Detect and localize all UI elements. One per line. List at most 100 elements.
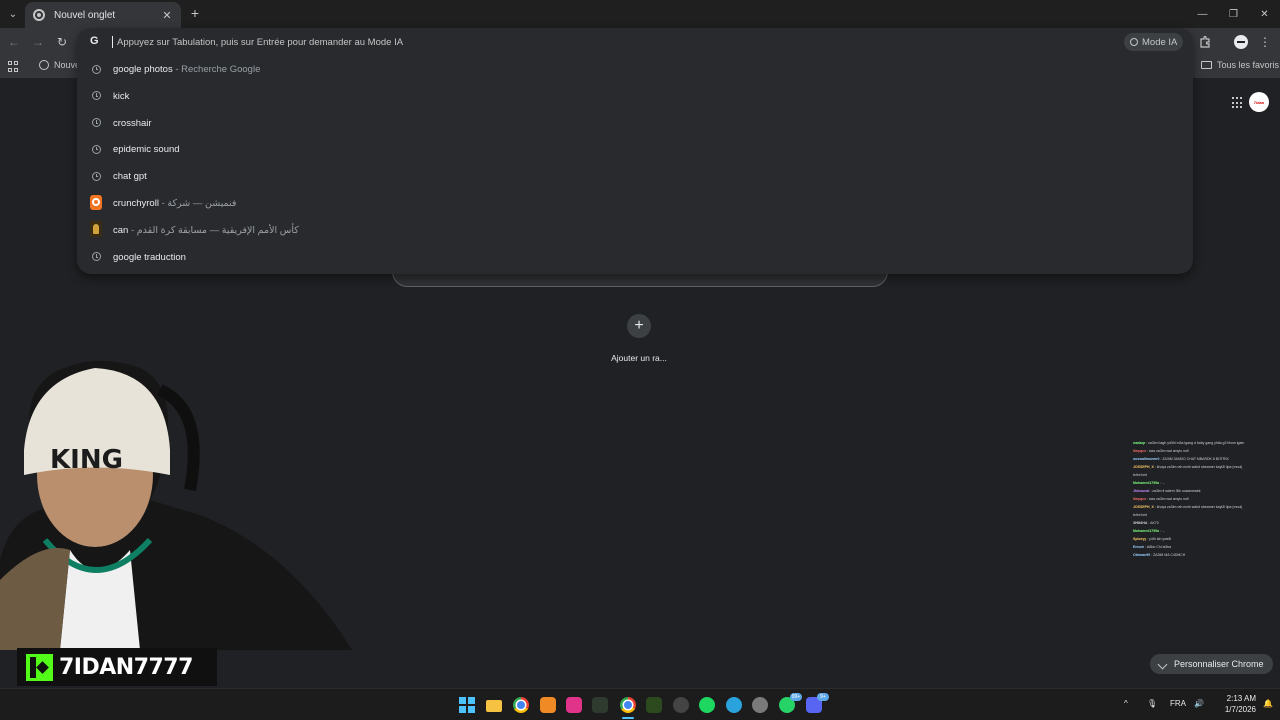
suggestion-item[interactable]: google traduction	[77, 244, 1193, 271]
chat-text: : za3im ti salem 3lik ouwaxmabk	[1149, 489, 1201, 493]
chat-username: ilmyqcx	[1133, 449, 1147, 453]
chat-text: tshnl knit	[1133, 513, 1147, 517]
customize-label: Personnaliser Chrome	[1174, 659, 1264, 669]
tab-title: Nouvel onglet	[54, 9, 116, 21]
minimize-button[interactable]: —	[1187, 0, 1218, 28]
history-icon	[90, 117, 102, 129]
chat-message: ouswallmoemr0 : ZA3IM 3ANDO CHAT MBARDK …	[1133, 455, 1280, 463]
chat-username: Ennoh	[1133, 545, 1144, 549]
omnibox-dropdown: G Mode IA google photos - Recherche Goog…	[77, 28, 1193, 274]
microphone-icon[interactable]: 🎙	[1147, 699, 1157, 708]
history-icon	[90, 170, 102, 182]
chat-message: Ennoh : la3bo Chi la3ba	[1133, 543, 1280, 551]
suggestion-item[interactable]: crunchyroll - فنميشن — شركة	[77, 190, 1193, 217]
suggestion-item[interactable]: can - كأس الأمم الإفريقية — مسابقة كرة ا…	[77, 217, 1193, 244]
profile-icon[interactable]	[1233, 34, 1249, 50]
add-shortcut-button[interactable]: +	[627, 314, 651, 338]
forward-button[interactable]: →	[30, 34, 46, 50]
tray-clock[interactable]: 2:13 AM 1/7/2026	[1216, 693, 1256, 715]
obs-icon[interactable]	[672, 696, 690, 714]
chat-username: ilmyqcx	[1133, 497, 1147, 501]
suggestion-text: kick	[113, 91, 129, 102]
chat-message: wadaqr : za3im bagh yd3hl m3a lgang d ba…	[1133, 439, 1280, 447]
windows-taskbar: 99+ 9+ ^ 🎙 FRA 🔊 2:13 AM 1/7/2026 🔔	[0, 688, 1280, 720]
chat-text: : ...	[1159, 481, 1165, 485]
chat-text: : la3bo Chi la3ba	[1143, 545, 1172, 549]
suggestion-query: google traduction	[113, 251, 186, 263]
chat-username: Othman99	[1133, 553, 1151, 557]
menu-kebab-icon[interactable]: ⋮	[1257, 34, 1273, 50]
settings-gear-icon[interactable]	[751, 696, 769, 714]
app-feather-icon[interactable]	[591, 696, 609, 714]
back-button[interactable]: ←	[6, 34, 22, 50]
language-indicator[interactable]: FRA	[1170, 699, 1186, 708]
account-avatar[interactable]: 7idan	[1249, 92, 1269, 112]
close-window-button[interactable]: ✕	[1249, 0, 1280, 28]
suggestion-text: can - كأس الأمم الإفريقية — مسابقة كرة ا…	[113, 225, 299, 236]
vlc-icon[interactable]	[539, 696, 557, 714]
text-caret	[112, 36, 113, 48]
customize-chrome-button[interactable]: Personnaliser Chrome	[1150, 654, 1273, 674]
tab-search-button[interactable]: ⌄	[4, 5, 22, 23]
suggestion-query: epidemic sound	[113, 144, 180, 156]
whatsapp-icon[interactable]: 99+	[778, 693, 802, 714]
app-icon[interactable]	[565, 696, 583, 714]
address-input[interactable]	[117, 34, 817, 50]
suggestion-item[interactable]: crosshair	[77, 110, 1193, 137]
suggestion-item[interactable]: chat gpt	[77, 163, 1193, 190]
suggestion-text: epidemic sound	[113, 144, 180, 155]
window-controls: — ❐ ✕	[1187, 0, 1280, 28]
new-tab-button[interactable]: +	[187, 5, 203, 21]
chrome-taskbar-icon[interactable]	[512, 696, 530, 714]
chat-text: : khoya za3im rah mchi wahd streamer kay…	[1153, 505, 1243, 509]
chat-username: JOSSEPH_X	[1133, 505, 1154, 509]
chrome-favicon-icon	[33, 9, 45, 21]
suggestion-query: can	[113, 224, 129, 236]
discord-badge: 9+	[817, 693, 829, 701]
suggestion-text: crosshair	[113, 118, 152, 129]
whatsapp-badge: 99+	[790, 693, 802, 701]
tray-chevron-icon[interactable]: ^	[1124, 699, 1128, 708]
chrome-active-icon[interactable]	[619, 696, 637, 714]
discord-icon[interactable]: 9+	[805, 693, 829, 714]
telegram-icon[interactable]	[725, 696, 743, 714]
all-bookmarks-button[interactable]: Tous les favoris	[1201, 60, 1279, 70]
chat-message: Mohamed1799a : ...	[1133, 527, 1280, 535]
chat-message: ilmyqcx : wax za3im wal amylo nofi	[1133, 495, 1280, 503]
chat-message: ilmyqcx : wax za3im wal amylo nofi	[1133, 447, 1280, 455]
suggestion-item[interactable]: google photos - Recherche Google	[77, 56, 1193, 83]
tab-close-icon[interactable]: ✕	[161, 9, 173, 22]
windows-start-icon[interactable]	[458, 696, 476, 714]
suggestion-item[interactable]: epidemic sound	[77, 136, 1193, 163]
chat-text: : za3im bagh yd3hl m3a lgang d baby gang…	[1145, 441, 1245, 445]
mode-ia-button[interactable]: Mode IA	[1124, 33, 1184, 51]
google-apps-icon[interactable]	[1232, 97, 1244, 109]
spotify-icon[interactable]	[698, 696, 716, 714]
chat-message: Spiceyy : y4th lah ywelli	[1133, 535, 1280, 543]
chat-username: Mohamed1799a	[1133, 529, 1160, 533]
suggestion-query: chat gpt	[113, 171, 147, 183]
webcam-overlay: KING	[0, 360, 352, 650]
chat-text: : wax za3im wal amylo nofi	[1146, 497, 1189, 501]
extensions-icon[interactable]	[1197, 34, 1213, 50]
active-app-indicator	[622, 717, 634, 719]
streaming-app-icon[interactable]	[645, 696, 663, 714]
bookmark-item[interactable]: Nouve	[39, 60, 80, 70]
maximize-button[interactable]: ❐	[1218, 0, 1249, 28]
apps-grid-icon[interactable]	[8, 61, 20, 73]
suggestion-text: google photos - Recherche Google	[113, 64, 260, 75]
clock-time: 2:13 AM	[1226, 694, 1256, 703]
suggestion-description: - Recherche Google	[172, 64, 261, 75]
tab-new-tab[interactable]: Nouvel onglet ✕	[25, 2, 181, 28]
chat-message: Othman99 : ZA3IM MA C4DMCH	[1133, 551, 1280, 559]
can-favicon-icon	[90, 221, 102, 238]
suggestion-item[interactable]: kick	[77, 83, 1193, 110]
clock-date: 1/7/2026	[1224, 705, 1256, 714]
notifications-bell-icon[interactable]: 🔔	[1263, 699, 1273, 708]
folder-icon	[1201, 61, 1212, 69]
reload-button[interactable]: ↻	[54, 34, 70, 50]
volume-icon[interactable]: 🔊	[1194, 699, 1204, 708]
chat-text: : wax za3im wal amylo nofi	[1146, 449, 1189, 453]
file-explorer-icon[interactable]	[485, 696, 503, 714]
chat-username: JOSSEPH_X	[1133, 465, 1154, 469]
